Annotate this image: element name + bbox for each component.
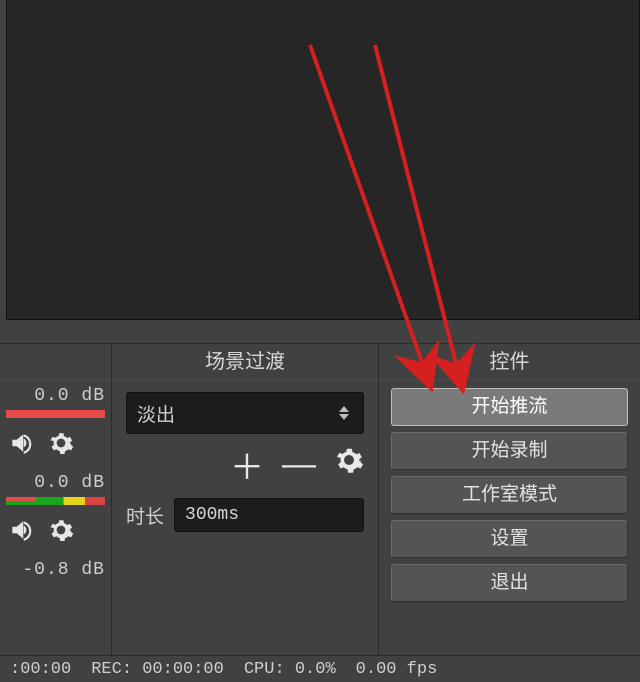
mixer-db-3: -0.8 dB: [6, 560, 105, 580]
start-stream-button[interactable]: 开始推流: [391, 388, 628, 426]
transitions-header: 场景过渡: [112, 344, 378, 380]
speaker-icon[interactable]: [8, 430, 34, 461]
controls-panel: 控件 开始推流 开始录制 工作室模式 设置 退出: [379, 344, 640, 655]
mixer-channel-3: -0.8 dB: [0, 554, 111, 584]
preview-area: [0, 0, 640, 340]
duration-label: 时长: [126, 502, 164, 529]
gear-icon[interactable]: [48, 517, 74, 548]
settings-button[interactable]: 设置: [391, 520, 628, 558]
transition-select-value: 淡出: [137, 400, 335, 427]
transition-select[interactable]: 淡出: [126, 392, 364, 434]
mixer-meter-2: [6, 497, 105, 505]
duration-input[interactable]: 300ms: [174, 498, 364, 532]
status-cpu: CPU: 0.0%: [234, 660, 346, 679]
status-fps: 0.00 fps: [346, 660, 448, 679]
duration-value: 300ms: [185, 505, 239, 525]
mixer-db-2: 0.0 dB: [6, 473, 105, 493]
add-transition-button[interactable]: ＋: [230, 440, 264, 489]
speaker-icon[interactable]: [8, 517, 34, 548]
mixer-panel: 0.0 dB 0.0 dB -0.8 dB: [0, 344, 112, 655]
preview-canvas: [6, 0, 640, 320]
start-record-button[interactable]: 开始录制: [391, 432, 628, 470]
bottom-panels: 0.0 dB 0.0 dB -0.8 dB 场: [0, 343, 640, 655]
transitions-panel: 场景过渡 淡出 ＋ — 时长 300ms: [112, 344, 379, 655]
exit-button[interactable]: 退出: [391, 564, 628, 602]
gear-icon[interactable]: [48, 430, 74, 461]
status-bar: :00:00 REC: 00:00:00 CPU: 0.0% 0.00 fps: [0, 655, 640, 682]
mixer-meter-1: [6, 410, 105, 418]
transition-settings-button[interactable]: [334, 445, 364, 484]
mixer-db-1: 0.0 dB: [6, 386, 105, 406]
mixer-header: [0, 344, 111, 380]
controls-header: 控件: [379, 344, 640, 380]
chevron-updown-icon: [335, 406, 353, 420]
mixer-channel-1: 0.0 dB: [0, 380, 111, 422]
mixer-channel-2: 0.0 dB: [0, 467, 111, 509]
studio-mode-button[interactable]: 工作室模式: [391, 476, 628, 514]
remove-transition-button[interactable]: —: [282, 445, 316, 484]
status-time: :00:00: [0, 660, 81, 679]
status-rec: REC: 00:00:00: [81, 660, 234, 679]
